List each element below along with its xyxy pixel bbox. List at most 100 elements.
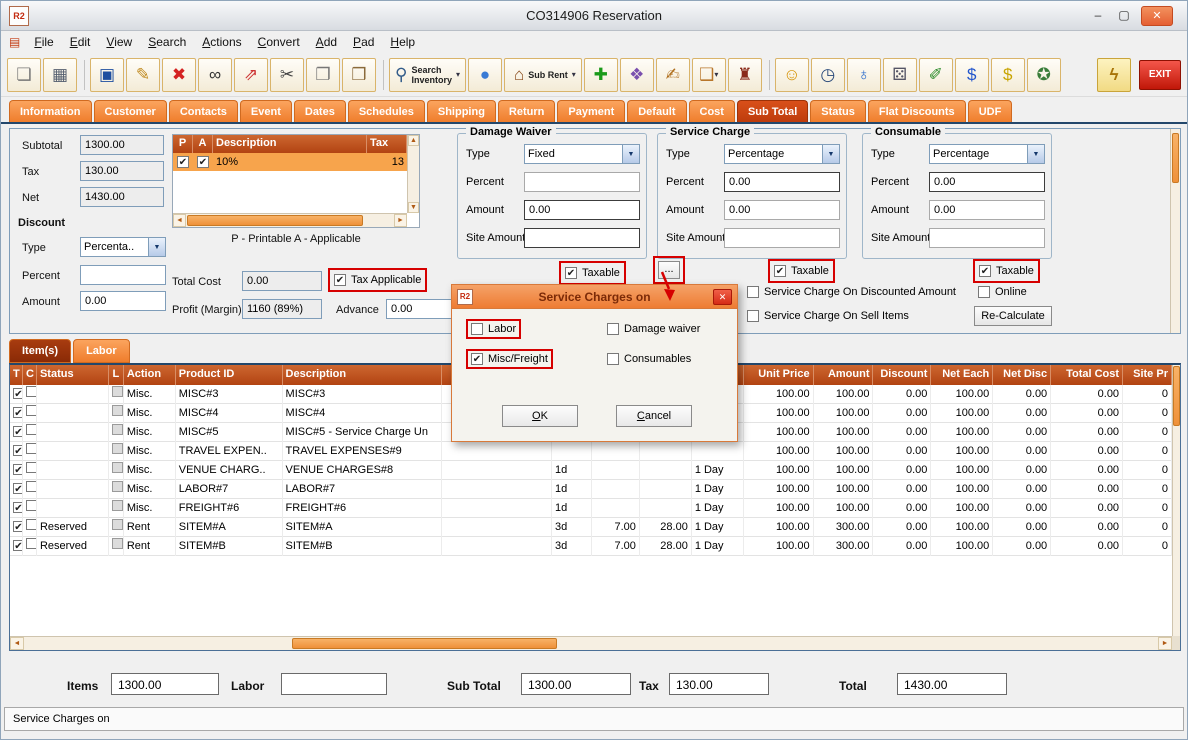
paste-icon[interactable]: ❒: [342, 58, 376, 92]
menu-search[interactable]: Search: [140, 33, 194, 51]
discount-amount-field[interactable]: 0.00: [80, 291, 166, 311]
row-t-checkbox[interactable]: ✔: [13, 464, 23, 475]
tab-labor[interactable]: Labor: [73, 339, 130, 363]
export-icon[interactable]: ⇗: [234, 58, 268, 92]
damage-waiver-taxable-checkbox[interactable]: ✔: [565, 267, 577, 279]
dialog-title-bar[interactable]: R2 Service Charges on ✕: [452, 285, 737, 309]
scroll-right-icon[interactable]: ►: [394, 214, 407, 227]
maximize-button[interactable]: ▢: [1111, 6, 1137, 26]
row-t-checkbox[interactable]: ✔: [13, 426, 23, 437]
discount-type-combo[interactable]: Percenta.. ▼: [80, 237, 166, 257]
row-c-checkbox[interactable]: [26, 443, 37, 454]
row-l-box[interactable]: [112, 424, 123, 435]
sub-rent-button[interactable]: ⌂ Sub Rent ▾: [504, 58, 582, 92]
column-header[interactable]: Site Pr: [1123, 365, 1172, 385]
menu-add[interactable]: Add: [308, 33, 345, 51]
tab-information[interactable]: Information: [9, 100, 92, 122]
table-row[interactable]: ✔ Misc. FREIGHT#6 FREIGHT#6 1d 1 Day 100…: [10, 499, 1172, 518]
table-row[interactable]: ✔ Reserved Rent SITEM#B SITEM#B 3d 7.00 …: [10, 537, 1172, 556]
scrollbar-thumb[interactable]: [1172, 133, 1179, 183]
editdoc-icon[interactable]: ✐: [919, 58, 953, 92]
row-l-box[interactable]: [112, 462, 123, 473]
scroll-right-icon[interactable]: ►: [1158, 637, 1172, 650]
globe-icon[interactable]: ♁: [847, 58, 881, 92]
service-charge-taxable-checkbox[interactable]: ✔: [774, 265, 786, 277]
sc-sell-checkbox[interactable]: [747, 310, 759, 322]
tab-contacts[interactable]: Contacts: [169, 100, 238, 122]
dialog-checkbox-misc-freight[interactable]: ✔ Misc/Freight: [468, 351, 551, 367]
tab-items[interactable]: Item(s): [9, 339, 71, 363]
column-header[interactable]: A: [193, 135, 213, 153]
menu-edit[interactable]: Edit: [62, 33, 99, 51]
column-header[interactable]: Tax: [367, 135, 407, 153]
dialog-checkbox-consumables[interactable]: Consumables: [604, 351, 694, 367]
column-header[interactable]: Action: [124, 365, 176, 385]
row-c-checkbox[interactable]: [26, 481, 37, 492]
row-t-checkbox[interactable]: ✔: [13, 445, 23, 456]
scroll-left-icon[interactable]: ◄: [173, 214, 186, 227]
dialog-close-button[interactable]: ✕: [713, 289, 732, 305]
menu-help[interactable]: Help: [382, 33, 423, 51]
dollar-icon[interactable]: $: [955, 58, 989, 92]
tax-grid-row[interactable]: ✔ ✔ 10% 13: [173, 153, 407, 171]
discount-percent-field[interactable]: [80, 265, 166, 285]
scrollbar-thumb[interactable]: [292, 638, 557, 649]
row-l-box[interactable]: [112, 405, 123, 416]
row-c-checkbox[interactable]: [26, 462, 37, 473]
tab-sub-total[interactable]: Sub Total: [737, 100, 808, 122]
scrollbar-thumb[interactable]: [187, 215, 363, 226]
tab-return[interactable]: Return: [498, 100, 555, 122]
tab-status[interactable]: Status: [810, 100, 866, 122]
tab-flat-discounts[interactable]: Flat Discounts: [868, 100, 966, 122]
cart-icon[interactable]: ✪: [1027, 58, 1061, 92]
consumable-percent-field[interactable]: 0.00: [929, 172, 1045, 192]
cancel-button[interactable]: Cancel: [616, 405, 692, 427]
scroll-up-icon[interactable]: ▲: [408, 135, 419, 146]
row-t-checkbox[interactable]: ✔: [13, 521, 23, 532]
tab-dates[interactable]: Dates: [294, 100, 346, 122]
row-t-checkbox[interactable]: ✔: [13, 502, 23, 513]
menu-actions[interactable]: Actions: [194, 33, 249, 51]
menu-view[interactable]: View: [98, 33, 140, 51]
menu-file[interactable]: File: [26, 33, 61, 51]
tax-applicable-checkbox[interactable]: ✔: [334, 274, 346, 286]
damage-waiver-amount-field[interactable]: 0.00: [524, 200, 640, 220]
service-charge-percent-field[interactable]: 0.00: [724, 172, 840, 192]
row-l-box[interactable]: [112, 519, 123, 530]
chevron-down-icon[interactable]: ▼: [822, 145, 839, 163]
dialog-checkbox-labor[interactable]: Labor: [468, 321, 519, 337]
recalculate-button[interactable]: Re-Calculate: [974, 306, 1052, 326]
table-row[interactable]: ✔ Misc. TRAVEL EXPEN.. TRAVEL EXPENSES#9…: [10, 442, 1172, 461]
row-t-checkbox[interactable]: ✔: [13, 540, 23, 551]
row-c-checkbox[interactable]: [26, 424, 37, 435]
money-icon[interactable]: $: [991, 58, 1025, 92]
edit-icon[interactable]: ✎: [126, 58, 160, 92]
smiley-icon[interactable]: ☺: [775, 58, 809, 92]
consumable-taxable-checkbox[interactable]: ✔: [979, 265, 991, 277]
online-checkbox[interactable]: [978, 286, 990, 298]
clock-icon[interactable]: ◷: [811, 58, 845, 92]
find-icon[interactable]: ∞: [198, 58, 232, 92]
checkbox[interactable]: ✔: [471, 353, 483, 365]
row-c-checkbox[interactable]: [26, 519, 37, 530]
column-header[interactable]: T: [10, 365, 23, 385]
column-header[interactable]: Discount: [873, 365, 931, 385]
chevron-down-icon[interactable]: ▾: [456, 70, 460, 79]
lightning-button[interactable]: ϟ: [1097, 58, 1131, 92]
tab-payment[interactable]: Payment: [557, 100, 625, 122]
search-inventory-button[interactable]: ⚲ SearchInventory ▾: [389, 58, 466, 92]
chevron-down-icon[interactable]: ▼: [622, 145, 639, 163]
tab-default[interactable]: Default: [627, 100, 686, 122]
checkbox[interactable]: [607, 323, 619, 335]
close-button[interactable]: ✕: [1141, 6, 1173, 26]
column-header[interactable]: Unit Price: [744, 365, 814, 385]
dialog-checkbox-damage-waiver[interactable]: Damage waiver: [604, 321, 703, 337]
print-icon[interactable]: ▦: [43, 58, 77, 92]
delete-icon[interactable]: ✖: [162, 58, 196, 92]
column-header[interactable]: L: [109, 365, 124, 385]
applicable-checkbox[interactable]: ✔: [197, 156, 209, 168]
row-l-box[interactable]: [112, 443, 123, 454]
table-row[interactable]: ✔ Misc. LABOR#7 LABOR#7 1d 1 Day 100.00 …: [10, 480, 1172, 499]
drop-button[interactable]: ●: [468, 58, 502, 92]
menu-pad[interactable]: Pad: [345, 33, 382, 51]
